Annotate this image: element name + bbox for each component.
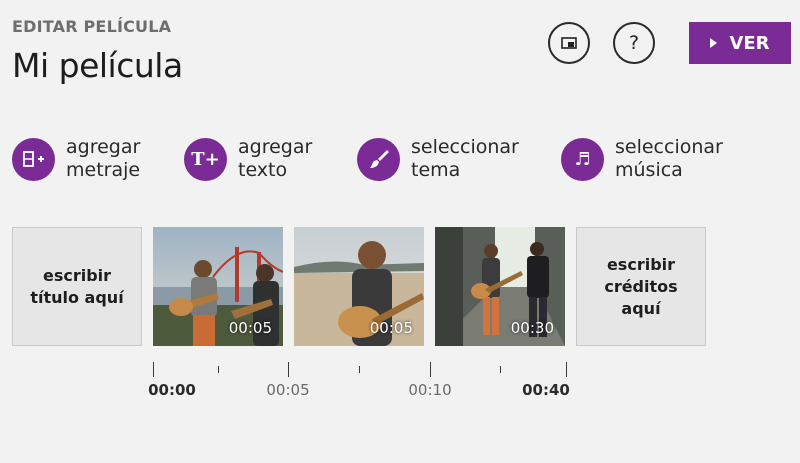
clip-3-duration: 00:30: [510, 319, 554, 337]
add-footage-label: agregar metraje: [66, 136, 141, 181]
video-clip-3[interactable]: 00:30: [435, 227, 565, 346]
select-theme-label: seleccionar tema: [411, 136, 519, 181]
clip-1-duration: 00:05: [228, 319, 272, 337]
ruler-tick: [566, 362, 567, 377]
title-card[interactable]: escribir título aquí: [12, 227, 142, 346]
ruler-tick: [218, 366, 219, 373]
help-label: ?: [628, 32, 640, 54]
ruler-label: 00:10: [408, 381, 452, 399]
ruler-tick: [430, 362, 431, 377]
add-text-label: agregar texto: [238, 136, 313, 181]
ver-button[interactable]: VER: [689, 22, 791, 64]
select-theme-action[interactable]: seleccionar tema: [357, 136, 519, 182]
ruler-label-start: 00:00: [148, 381, 196, 399]
cast-icon: [561, 36, 577, 49]
select-music-action[interactable]: ♬ seleccionar música: [561, 136, 723, 182]
ruler-tick: [153, 362, 154, 377]
page-title: Mi película: [12, 46, 183, 85]
video-clip-1[interactable]: 00:05: [153, 227, 283, 346]
ruler-tick: [359, 366, 360, 373]
ruler-tick: [288, 362, 289, 377]
help-button[interactable]: ?: [613, 22, 655, 64]
paintbrush-icon: [357, 137, 400, 181]
select-music-label: seleccionar música: [615, 136, 723, 181]
cast-button[interactable]: [548, 22, 590, 64]
ver-label: VER: [729, 32, 770, 54]
credits-card[interactable]: escribir créditos aquí: [576, 227, 706, 346]
ruler-label: 00:05: [266, 381, 310, 399]
add-footage-action[interactable]: agregar metraje: [12, 136, 140, 182]
add-text-action[interactable]: T+ agregar texto: [184, 136, 312, 182]
ruler-label-end: 00:40: [522, 381, 570, 399]
play-icon: [710, 38, 718, 48]
add-footage-icon: [12, 137, 55, 181]
video-clip-2[interactable]: 00:05: [294, 227, 424, 346]
ruler-tick: [500, 366, 501, 373]
clip-2-duration: 00:05: [369, 319, 413, 337]
page-kicker: EDITAR PELÍCULA: [12, 17, 172, 36]
add-text-icon: T+: [184, 137, 227, 181]
music-note-icon: ♬: [561, 137, 604, 181]
